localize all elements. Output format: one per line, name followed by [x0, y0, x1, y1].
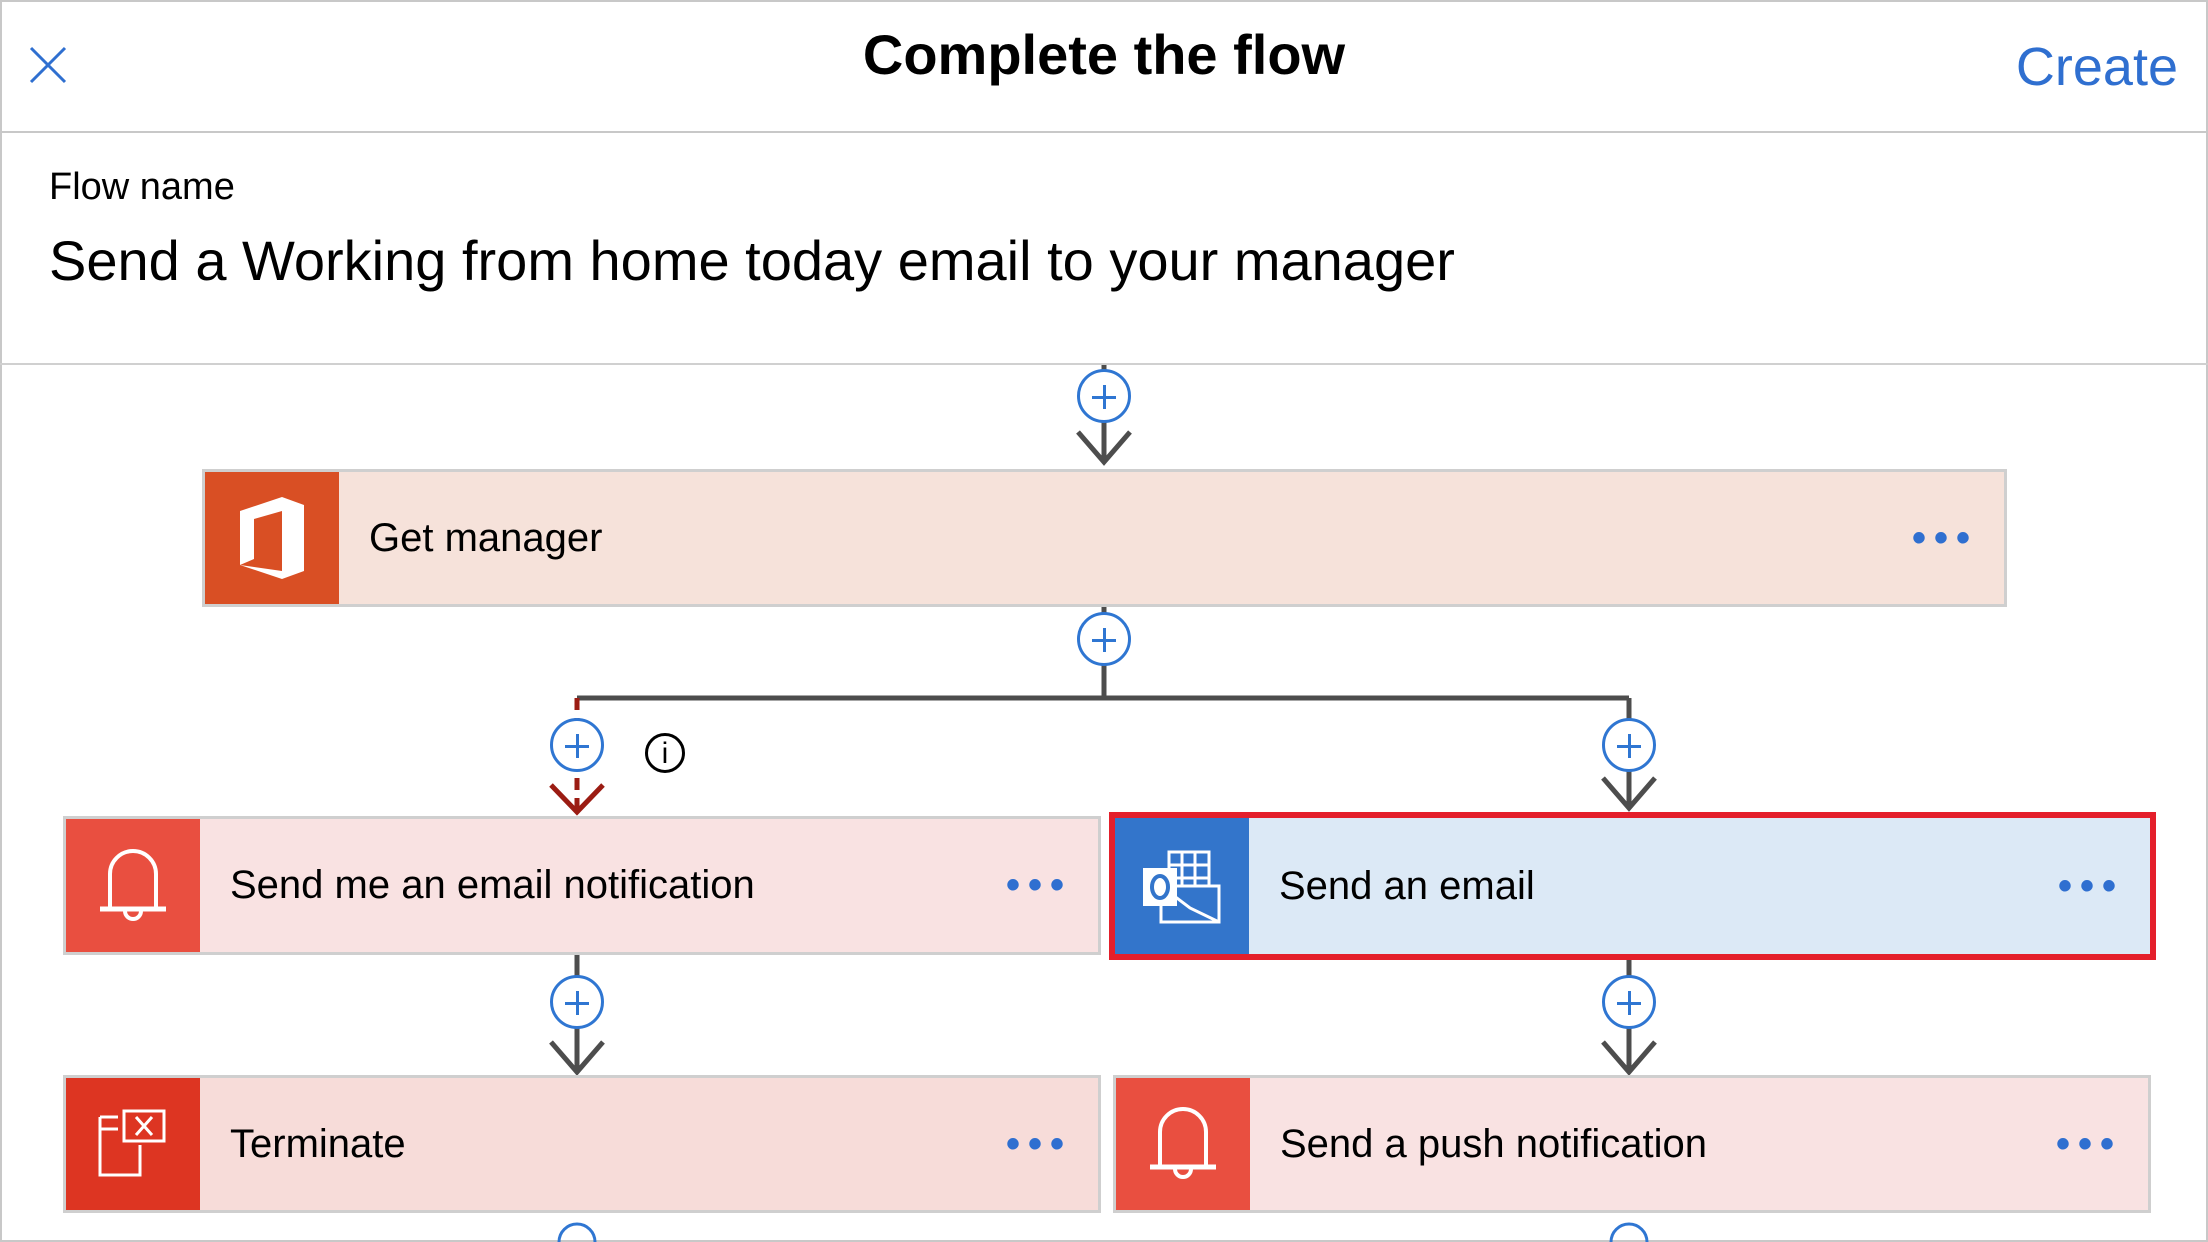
- terminate-icon: [66, 1078, 200, 1210]
- bell-icon: [66, 819, 200, 952]
- add-step-button[interactable]: [550, 975, 604, 1029]
- step-label: Terminate: [230, 1121, 406, 1166]
- step-label: Get manager: [369, 515, 603, 560]
- step-terminate[interactable]: Terminate •••: [63, 1075, 1101, 1213]
- step-send-push-notification[interactable]: Send a push notification •••: [1113, 1075, 2151, 1213]
- bell-icon: [1116, 1078, 1250, 1210]
- more-options-button[interactable]: •••: [1006, 1122, 1072, 1167]
- add-step-button[interactable]: [1602, 975, 1656, 1029]
- add-step-button[interactable]: [1602, 718, 1656, 772]
- step-send-me-email-notification[interactable]: Send me an email notification •••: [63, 816, 1101, 955]
- step-get-manager[interactable]: Get manager •••: [202, 469, 2007, 607]
- add-step-partial-icon: [557, 1222, 597, 1242]
- info-icon[interactable]: i: [645, 733, 685, 773]
- office-icon: [205, 472, 339, 604]
- selection-highlight: [1109, 812, 2156, 960]
- step-label: Send me an email notification: [230, 863, 755, 907]
- add-step-button[interactable]: [1077, 612, 1131, 666]
- more-options-button[interactable]: •••: [1006, 863, 1072, 908]
- add-step-partial-icon: [1609, 1222, 1649, 1242]
- step-label: Send a push notification: [1280, 1121, 1707, 1166]
- add-step-button[interactable]: [1077, 369, 1131, 423]
- add-step-button[interactable]: [550, 718, 604, 772]
- more-options-button[interactable]: •••: [1912, 516, 1978, 561]
- more-options-button[interactable]: •••: [2056, 1122, 2122, 1167]
